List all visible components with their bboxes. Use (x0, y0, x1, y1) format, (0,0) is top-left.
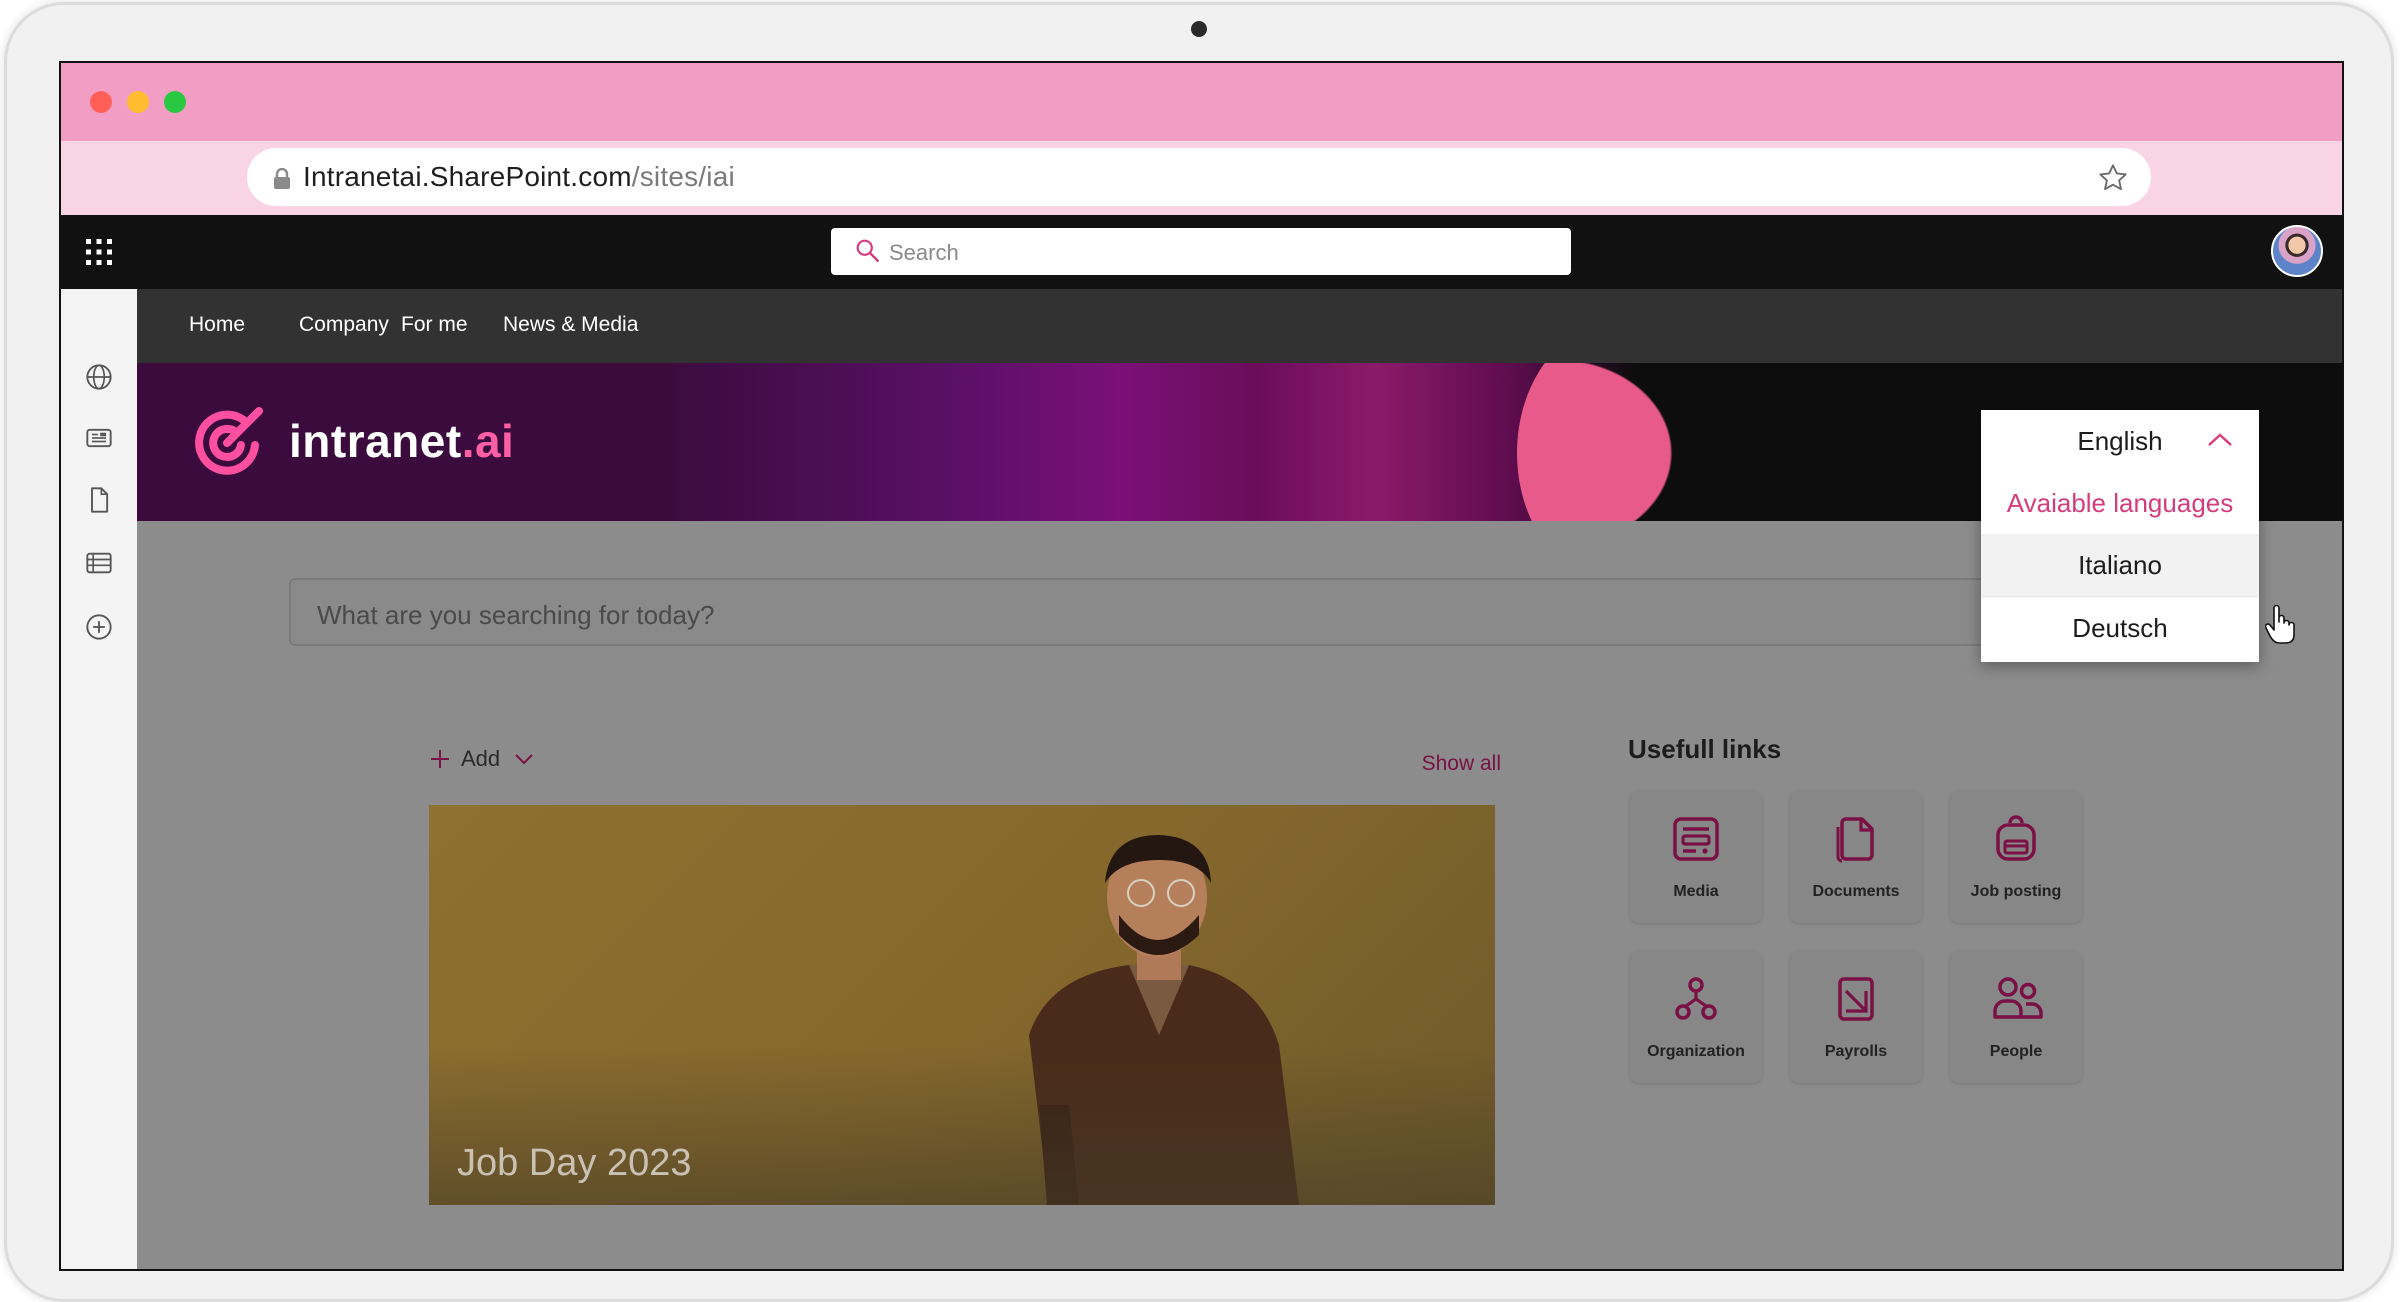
organization-icon (1675, 977, 1717, 1020)
search-icon (856, 239, 879, 262)
main-search-input[interactable]: What are you searching for today? (289, 578, 2089, 646)
browser-titlebar (61, 63, 2342, 141)
available-languages-header: Avaiable languages (2006, 488, 2234, 518)
plus-icon (431, 750, 449, 768)
nav-item-for-me[interactable]: For me (401, 313, 468, 337)
link-tile-label: Job posting (1970, 883, 2062, 900)
nav-item-company[interactable]: Company (299, 313, 389, 337)
news-icon[interactable] (85, 424, 113, 452)
globe-icon[interactable] (85, 363, 113, 391)
backpack-icon (1996, 815, 2036, 861)
minimize-window-button[interactable] (127, 91, 149, 113)
language-option-italiano[interactable]: Italiano (1981, 534, 2259, 596)
news-toolbar: Add Show all (429, 746, 1501, 786)
brand-name-main: intranet (289, 415, 462, 467)
lock-icon (274, 168, 290, 189)
close-window-button[interactable] (90, 91, 112, 113)
document-icon[interactable] (85, 486, 113, 514)
user-avatar[interactable] (2271, 225, 2323, 277)
link-tile-label: People (1989, 1043, 2043, 1060)
list-icon[interactable] (85, 549, 113, 577)
payrolls-icon (1838, 977, 1874, 1021)
url-text: Intranetai.SharePoint.com/sites/iai (303, 161, 735, 193)
add-news-button[interactable]: Add (429, 746, 534, 772)
link-tile-organization[interactable]: Organization (1630, 951, 1762, 1083)
link-tile-label: Media (1673, 883, 1719, 900)
link-tile-label: Organization (1647, 1043, 1745, 1060)
bookmark-star-icon[interactable] (2097, 162, 2129, 194)
nav-item-news-media[interactable]: News & Media (503, 313, 638, 337)
chevron-up-icon (2208, 433, 2232, 446)
top-search-box[interactable]: Search (831, 228, 1571, 275)
language-option-deutsch[interactable]: Deutsch (1981, 596, 2259, 659)
url-path: /sites/iai (631, 161, 735, 192)
left-app-rail (61, 289, 138, 1269)
webcam (1191, 21, 1207, 37)
url-host: Intranetai.SharePoint.com (303, 161, 632, 192)
useful-links-title: Usefull links (1628, 734, 1782, 764)
maximize-window-button[interactable] (164, 91, 186, 113)
suite-bar: Search (61, 215, 2342, 289)
link-tile-label: Documents (1812, 883, 1900, 900)
main-search-placeholder: What are you searching for today? (317, 600, 715, 630)
target-logo-icon (195, 407, 263, 475)
current-language: English (2077, 426, 2163, 456)
language-selector[interactable]: English (1981, 410, 2259, 472)
address-bar-area: Intranetai.SharePoint.com/sites/iai (61, 141, 2342, 215)
documents-icon (1836, 817, 1874, 863)
language-dropdown: English Avaiable languages Italiano Deut… (1981, 410, 2259, 662)
app-launcher-icon[interactable] (86, 239, 112, 265)
site-navigation: Home Company For me News & Media (137, 289, 2342, 363)
show-all-link[interactable]: Show all (1422, 752, 1501, 776)
link-tile-job-posting[interactable]: Job posting (1950, 791, 2082, 923)
nav-item-home[interactable]: Home (189, 313, 245, 337)
link-tile-people[interactable]: People (1950, 951, 2082, 1083)
news-card-title: Job Day 2023 (457, 1142, 692, 1184)
people-icon (1993, 977, 2043, 1019)
news-card[interactable]: Job Day 2023 (429, 805, 1495, 1205)
browser-window: Intranetai.SharePoint.com/sites/iai Sear… (59, 61, 2344, 1271)
add-label: Add (461, 746, 501, 771)
hand-pointer-icon (2265, 605, 2295, 644)
top-search-placeholder: Search (889, 240, 959, 265)
link-tile-media[interactable]: Media (1630, 791, 1762, 923)
brand-name-suffix: .ai (461, 415, 515, 467)
url-bar[interactable]: Intranetai.SharePoint.com/sites/iai (247, 148, 2151, 206)
link-tile-payrolls[interactable]: Payrolls (1790, 951, 1922, 1083)
media-icon (1673, 817, 1719, 861)
add-circle-icon[interactable] (85, 613, 113, 641)
brand-logo[interactable]: intranet.ai (189, 401, 514, 481)
hero-decoration (1517, 363, 1717, 521)
link-tile-label: Payrolls (1824, 1043, 1888, 1060)
chevron-down-icon (515, 754, 533, 765)
brand-name: intranet.ai (289, 414, 514, 468)
link-tile-documents[interactable]: Documents (1790, 791, 1922, 923)
